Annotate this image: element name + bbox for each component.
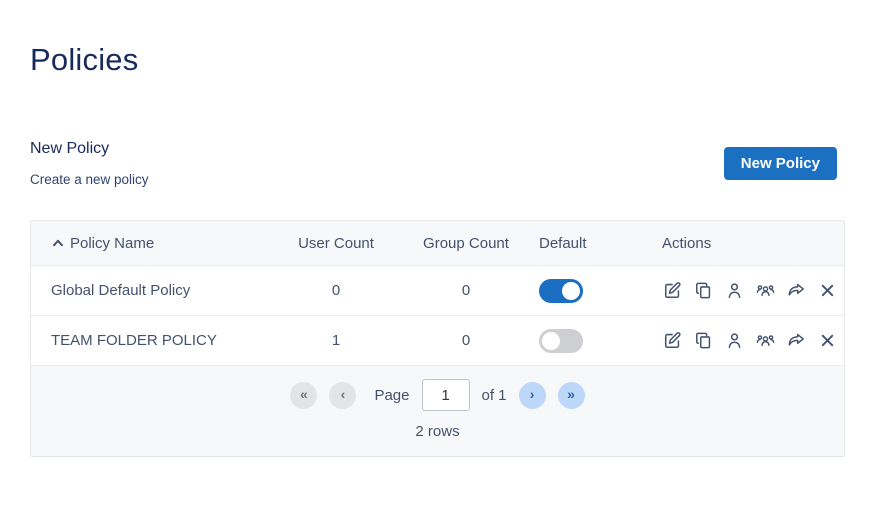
new-policy-section: New Policy Create a new policy New Polic… [30, 140, 845, 187]
table-footer: « ‹ Page of 1 › » 2 rows [31, 365, 844, 456]
group-icon[interactable] [755, 281, 775, 301]
toggle-knob [542, 332, 560, 350]
rows-summary: 2 rows [31, 423, 844, 440]
user-count-cell: 1 [271, 332, 401, 349]
delete-x-icon[interactable] [817, 281, 837, 301]
column-header-default: Default [531, 235, 656, 252]
new-policy-button[interactable]: New Policy [724, 147, 837, 180]
share-icon[interactable] [786, 331, 806, 351]
table-header-row: Policy Name User Count Group Count Defau… [31, 221, 844, 265]
page-of-label: of 1 [482, 387, 507, 404]
copy-icon[interactable] [693, 331, 713, 351]
user-icon[interactable] [724, 331, 744, 351]
default-toggle[interactable] [539, 329, 583, 353]
policies-page: Policies New Policy Create a new policy … [0, 42, 878, 526]
column-header-policy-name[interactable]: Policy Name [51, 235, 271, 252]
last-page-button[interactable]: » [558, 382, 585, 409]
copy-icon[interactable] [693, 281, 713, 301]
column-header-actions: Actions [656, 235, 824, 252]
prev-page-button[interactable]: ‹ [329, 382, 356, 409]
sort-ascending-icon [51, 236, 65, 250]
user-count-cell: 0 [271, 282, 401, 299]
page-title: Policies [30, 42, 845, 78]
policy-name-cell: TEAM FOLDER POLICY [51, 332, 271, 349]
policy-name-cell: Global Default Policy [51, 282, 271, 299]
new-policy-text: New Policy Create a new policy [30, 140, 149, 187]
page-label: Page [374, 387, 409, 404]
group-count-cell: 0 [401, 332, 531, 349]
pagination: « ‹ Page of 1 › » [31, 379, 844, 411]
actions-cell [656, 331, 837, 351]
group-count-cell: 0 [401, 282, 531, 299]
next-page-button[interactable]: › [519, 382, 546, 409]
share-icon[interactable] [786, 281, 806, 301]
section-heading: New Policy [30, 140, 149, 158]
table-row: TEAM FOLDER POLICY 1 0 [31, 315, 844, 365]
actions-cell [656, 281, 837, 301]
edit-icon[interactable] [662, 331, 682, 351]
column-header-label: Policy Name [70, 235, 154, 252]
edit-icon[interactable] [662, 281, 682, 301]
column-header-user-count: User Count [271, 235, 401, 252]
group-icon[interactable] [755, 331, 775, 351]
first-page-button[interactable]: « [290, 382, 317, 409]
default-cell [531, 329, 656, 353]
policies-table: Policy Name User Count Group Count Defau… [30, 220, 845, 457]
column-header-group-count: Group Count [401, 235, 531, 252]
delete-x-icon[interactable] [817, 331, 837, 351]
default-cell [531, 279, 656, 303]
page-number-input[interactable] [422, 379, 470, 411]
user-icon[interactable] [724, 281, 744, 301]
toggle-knob [562, 282, 580, 300]
table-row: Global Default Policy 0 0 [31, 265, 844, 315]
default-toggle[interactable] [539, 279, 583, 303]
section-subheading: Create a new policy [30, 172, 149, 187]
